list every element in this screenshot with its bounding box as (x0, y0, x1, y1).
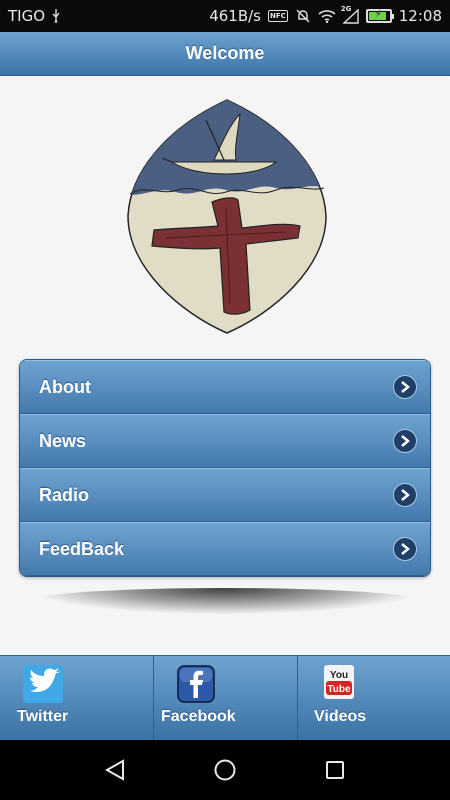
main-menu: About News Radio FeedBack (19, 359, 431, 577)
menu-item-label: About (39, 376, 91, 397)
tab-label: Videos (314, 708, 367, 725)
menu-item-about[interactable]: About (20, 360, 430, 414)
menu-item-label: Radio (39, 484, 90, 505)
carrier-name: TIGO (8, 7, 46, 25)
youtube-tube: Tube (327, 684, 351, 695)
nfc-icon: NFC (267, 10, 288, 22)
battery-icon: ⚡ (365, 9, 394, 23)
chevron-right-icon (394, 430, 416, 452)
tab-label: Twitter (17, 708, 69, 725)
carrier-group: TIGO (8, 7, 61, 25)
main-content: About News Radio FeedBack (0, 76, 450, 655)
menu-item-label: News (39, 430, 87, 451)
tab-facebook[interactable]: Facebook (154, 656, 298, 740)
chevron-right-icon (394, 484, 416, 506)
bottom-tab-bar: Twitter Facebook You Tube Videos (0, 655, 450, 740)
status-bar: TIGO 461B/s NFC 2G ⚡ 12:08 (0, 0, 450, 32)
usb-icon (51, 9, 61, 23)
menu-shadow (30, 588, 420, 614)
back-triangle-icon (104, 759, 124, 781)
tab-label: Facebook (161, 708, 236, 725)
youtube-you: You (330, 670, 348, 681)
chevron-right-icon (394, 538, 416, 560)
menu-item-label: FeedBack (39, 538, 125, 559)
facebook-icon (177, 665, 215, 708)
home-button[interactable] (205, 750, 245, 790)
chevron-right-icon (394, 376, 416, 398)
menu-item-radio[interactable]: Radio (20, 468, 430, 522)
twitter-icon (23, 665, 63, 708)
network-speed: 461B/s (209, 7, 261, 25)
wifi-icon (318, 9, 336, 23)
back-button[interactable] (95, 750, 135, 790)
clock: 12:08 (398, 7, 442, 25)
page-title: Welcome (185, 43, 265, 63)
status-right: 461B/s NFC 2G ⚡ 12:08 (209, 5, 442, 26)
mute-icon (295, 8, 311, 24)
recents-square-icon (326, 761, 344, 779)
menu-item-feedback[interactable]: FeedBack (20, 522, 430, 576)
system-nav-bar (0, 740, 450, 800)
youtube-icon: You Tube (324, 665, 354, 704)
tab-twitter[interactable]: Twitter (0, 656, 154, 740)
app-header: Welcome (0, 32, 450, 76)
menu-item-news[interactable]: News (20, 414, 430, 468)
tab-videos[interactable]: You Tube Videos (298, 656, 450, 740)
signal-icon: 2G (341, 5, 359, 24)
home-circle-icon (214, 759, 236, 781)
network-type: 2G (340, 4, 352, 13)
recents-button[interactable] (315, 750, 355, 790)
crest-icon (126, 98, 328, 336)
